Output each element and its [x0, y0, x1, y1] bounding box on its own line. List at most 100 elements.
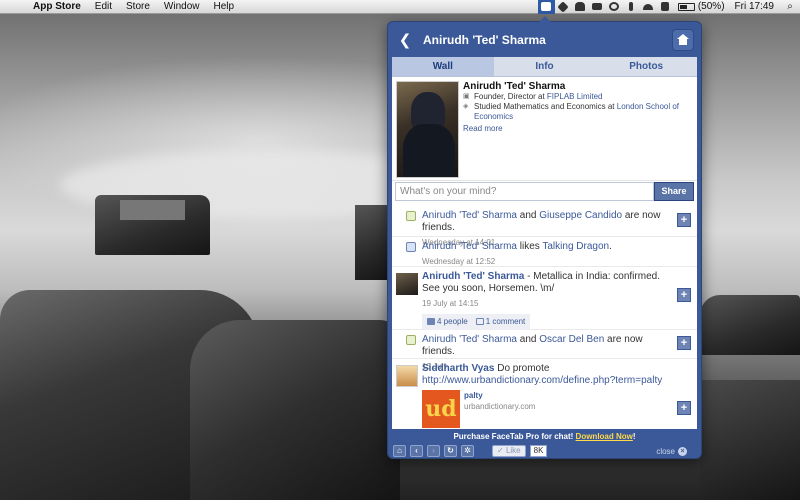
- tab-wall[interactable]: Wall: [392, 57, 494, 76]
- menu-bar: App Store Edit Store Window Help (50%) F…: [0, 0, 800, 14]
- time-machine-tray-icon[interactable]: [606, 0, 623, 14]
- alfred-tray-icon[interactable]: [572, 0, 589, 14]
- back-arrow-icon[interactable]: ❮: [394, 29, 416, 51]
- panel-content: Wall Info Photos Anirudh 'Ted' Sharma ▣ …: [392, 57, 697, 429]
- menu-clock[interactable]: Fri 17:49: [729, 1, 780, 12]
- menu-store[interactable]: Store: [119, 1, 157, 12]
- panel-caret: [538, 16, 552, 23]
- education-text: Studied Mathematics and Economics at: [474, 102, 617, 111]
- feed-text: .: [609, 241, 612, 252]
- home-icon: [677, 34, 689, 45]
- home-button[interactable]: [672, 28, 694, 51]
- purchase-banner: Purchase FaceTab Pro for chat! Download …: [388, 432, 701, 441]
- feed-actor[interactable]: Anirudh 'Ted' Sharma: [422, 241, 517, 252]
- feed-target[interactable]: Giuseppe Candido: [539, 210, 622, 221]
- menu-extras: (50%) Fri 17:49 ⌕: [537, 0, 800, 14]
- feed-item: Anirudh 'Ted' Sharma and Oscar Del Ben a…: [392, 330, 697, 371]
- link-preview-domain: urbandictionary.com: [464, 402, 536, 411]
- feed-target[interactable]: Oscar Del Ben: [539, 334, 604, 345]
- feed-item: Siddharth Vyas Do promote http://www.urb…: [392, 359, 697, 429]
- urban-dictionary-logo: ud: [422, 390, 460, 428]
- nav-forward-button[interactable]: ›: [427, 445, 440, 457]
- profile-tabs: Wall Info Photos: [392, 57, 697, 77]
- profile-photo[interactable]: [396, 81, 459, 178]
- friends-icon: [406, 211, 416, 221]
- volume-tray-icon[interactable]: [657, 0, 674, 14]
- purchase-end: !: [632, 432, 636, 441]
- battery-icon: [677, 2, 695, 11]
- profile-summary: Anirudh 'Ted' Sharma ▣ Founder, Director…: [392, 77, 697, 179]
- profile-education: ◈ Studied Mathematics and Economics at L…: [463, 102, 693, 122]
- close-link[interactable]: close ×: [656, 446, 687, 456]
- home-small-button[interactable]: ⌂: [393, 445, 406, 457]
- avatar[interactable]: [396, 273, 418, 295]
- graduation-cap-icon: ◈: [463, 103, 469, 110]
- comment-icon: [475, 318, 484, 325]
- wifi-tray-icon[interactable]: [640, 0, 657, 14]
- feed-plus-button[interactable]: +: [677, 336, 691, 350]
- profile-work: ▣ Founder, Director at FIPLAB Limited: [463, 92, 693, 102]
- dropbox-tray-icon[interactable]: [555, 0, 572, 14]
- avatar[interactable]: [396, 365, 418, 387]
- battery-status[interactable]: (50%): [674, 1, 729, 12]
- feed-actor[interactable]: Siddharth Vyas: [422, 363, 494, 374]
- panel-title: Anirudh 'Ted' Sharma: [423, 32, 546, 47]
- feed-text: likes: [516, 241, 543, 252]
- panel-footer: ⌂ ‹ › ↻ ✲ ✓ Like 8K close ×: [388, 443, 701, 459]
- settings-gear-button[interactable]: ✲: [461, 445, 474, 457]
- comments-count-link[interactable]: 1 comment: [475, 316, 526, 328]
- feed-actor[interactable]: Anirudh 'Ted' Sharma: [422, 271, 524, 282]
- work-link[interactable]: FIPLAB Limited: [547, 92, 603, 101]
- tab-info[interactable]: Info: [494, 57, 596, 76]
- nav-back-button[interactable]: ‹: [410, 445, 423, 457]
- likes-text: 4 people: [437, 317, 468, 326]
- like-label: Like: [505, 446, 521, 455]
- menu-edit[interactable]: Edit: [88, 1, 119, 12]
- feed-target[interactable]: Talking Dragon: [542, 241, 609, 252]
- wall-feed: Anirudh 'Ted' Sharma and Giuseppe Candid…: [392, 206, 697, 429]
- close-icon: ×: [678, 446, 687, 456]
- feed-text: and: [516, 210, 540, 221]
- close-label: close: [656, 446, 675, 456]
- like-count: 8K: [529, 445, 548, 457]
- menu-help[interactable]: Help: [207, 1, 242, 12]
- briefcase-icon: ▣: [463, 93, 470, 100]
- feed-text: Do promote: [494, 363, 550, 374]
- feed-text: and: [516, 334, 540, 345]
- likes-count-link[interactable]: 4 people: [427, 316, 468, 328]
- share-button[interactable]: Share: [654, 182, 694, 201]
- feed-plus-button[interactable]: +: [677, 213, 691, 227]
- comments-text: 1 comment: [485, 317, 526, 326]
- purchase-text: Purchase FaceTab Pro for chat!: [453, 432, 576, 441]
- feed-item: Anirudh 'Ted' Sharma and Giuseppe Candid…: [392, 206, 697, 247]
- facetab-tray-icon[interactable]: [537, 0, 555, 14]
- like-page-icon: [406, 242, 416, 252]
- panel-header: ❮ Anirudh 'Ted' Sharma: [388, 22, 701, 57]
- feed-plus-button[interactable]: +: [677, 401, 691, 415]
- feed-item: Anirudh 'Ted' Sharma likes Talking Drago…: [392, 237, 697, 267]
- bluetooth-tray-icon[interactable]: [623, 0, 640, 14]
- feed-actor[interactable]: Anirudh 'Ted' Sharma: [422, 210, 517, 221]
- feed-actor[interactable]: Anirudh 'Ted' Sharma: [422, 334, 517, 345]
- feed-plus-button[interactable]: +: [677, 288, 691, 302]
- link-preview-card[interactable]: ud palty urbandictionary.com: [422, 390, 673, 428]
- tab-photos[interactable]: Photos: [595, 57, 697, 76]
- read-more-link[interactable]: Read more: [463, 124, 693, 134]
- status-composer: What's on your mind? Share: [392, 180, 697, 202]
- link-preview-title[interactable]: palty: [464, 390, 535, 401]
- menu-window[interactable]: Window: [157, 1, 207, 12]
- like-button[interactable]: ✓ Like: [492, 445, 526, 457]
- facetab-panel: ❮ Anirudh 'Ted' Sharma Wall Info Photos …: [387, 16, 702, 459]
- battery-percent: (50%): [697, 1, 725, 12]
- spotlight-icon[interactable]: ⌕: [780, 1, 800, 12]
- feed-url-link[interactable]: http://www.urbandictionary.com/define.ph…: [422, 375, 673, 387]
- refresh-button[interactable]: ↻: [444, 445, 457, 457]
- download-now-link[interactable]: Download Now: [576, 432, 633, 441]
- link-preview-info: palty urbandictionary.com: [464, 390, 535, 428]
- menu-app-store[interactable]: App Store: [26, 1, 88, 12]
- feed-time: 19 July at 14:15: [422, 299, 479, 308]
- profile-name: Anirudh 'Ted' Sharma: [463, 81, 566, 92]
- mail-tray-icon[interactable]: [589, 0, 606, 14]
- status-input[interactable]: What's on your mind?: [395, 182, 654, 201]
- like-thumb-icon: ✓: [497, 446, 506, 455]
